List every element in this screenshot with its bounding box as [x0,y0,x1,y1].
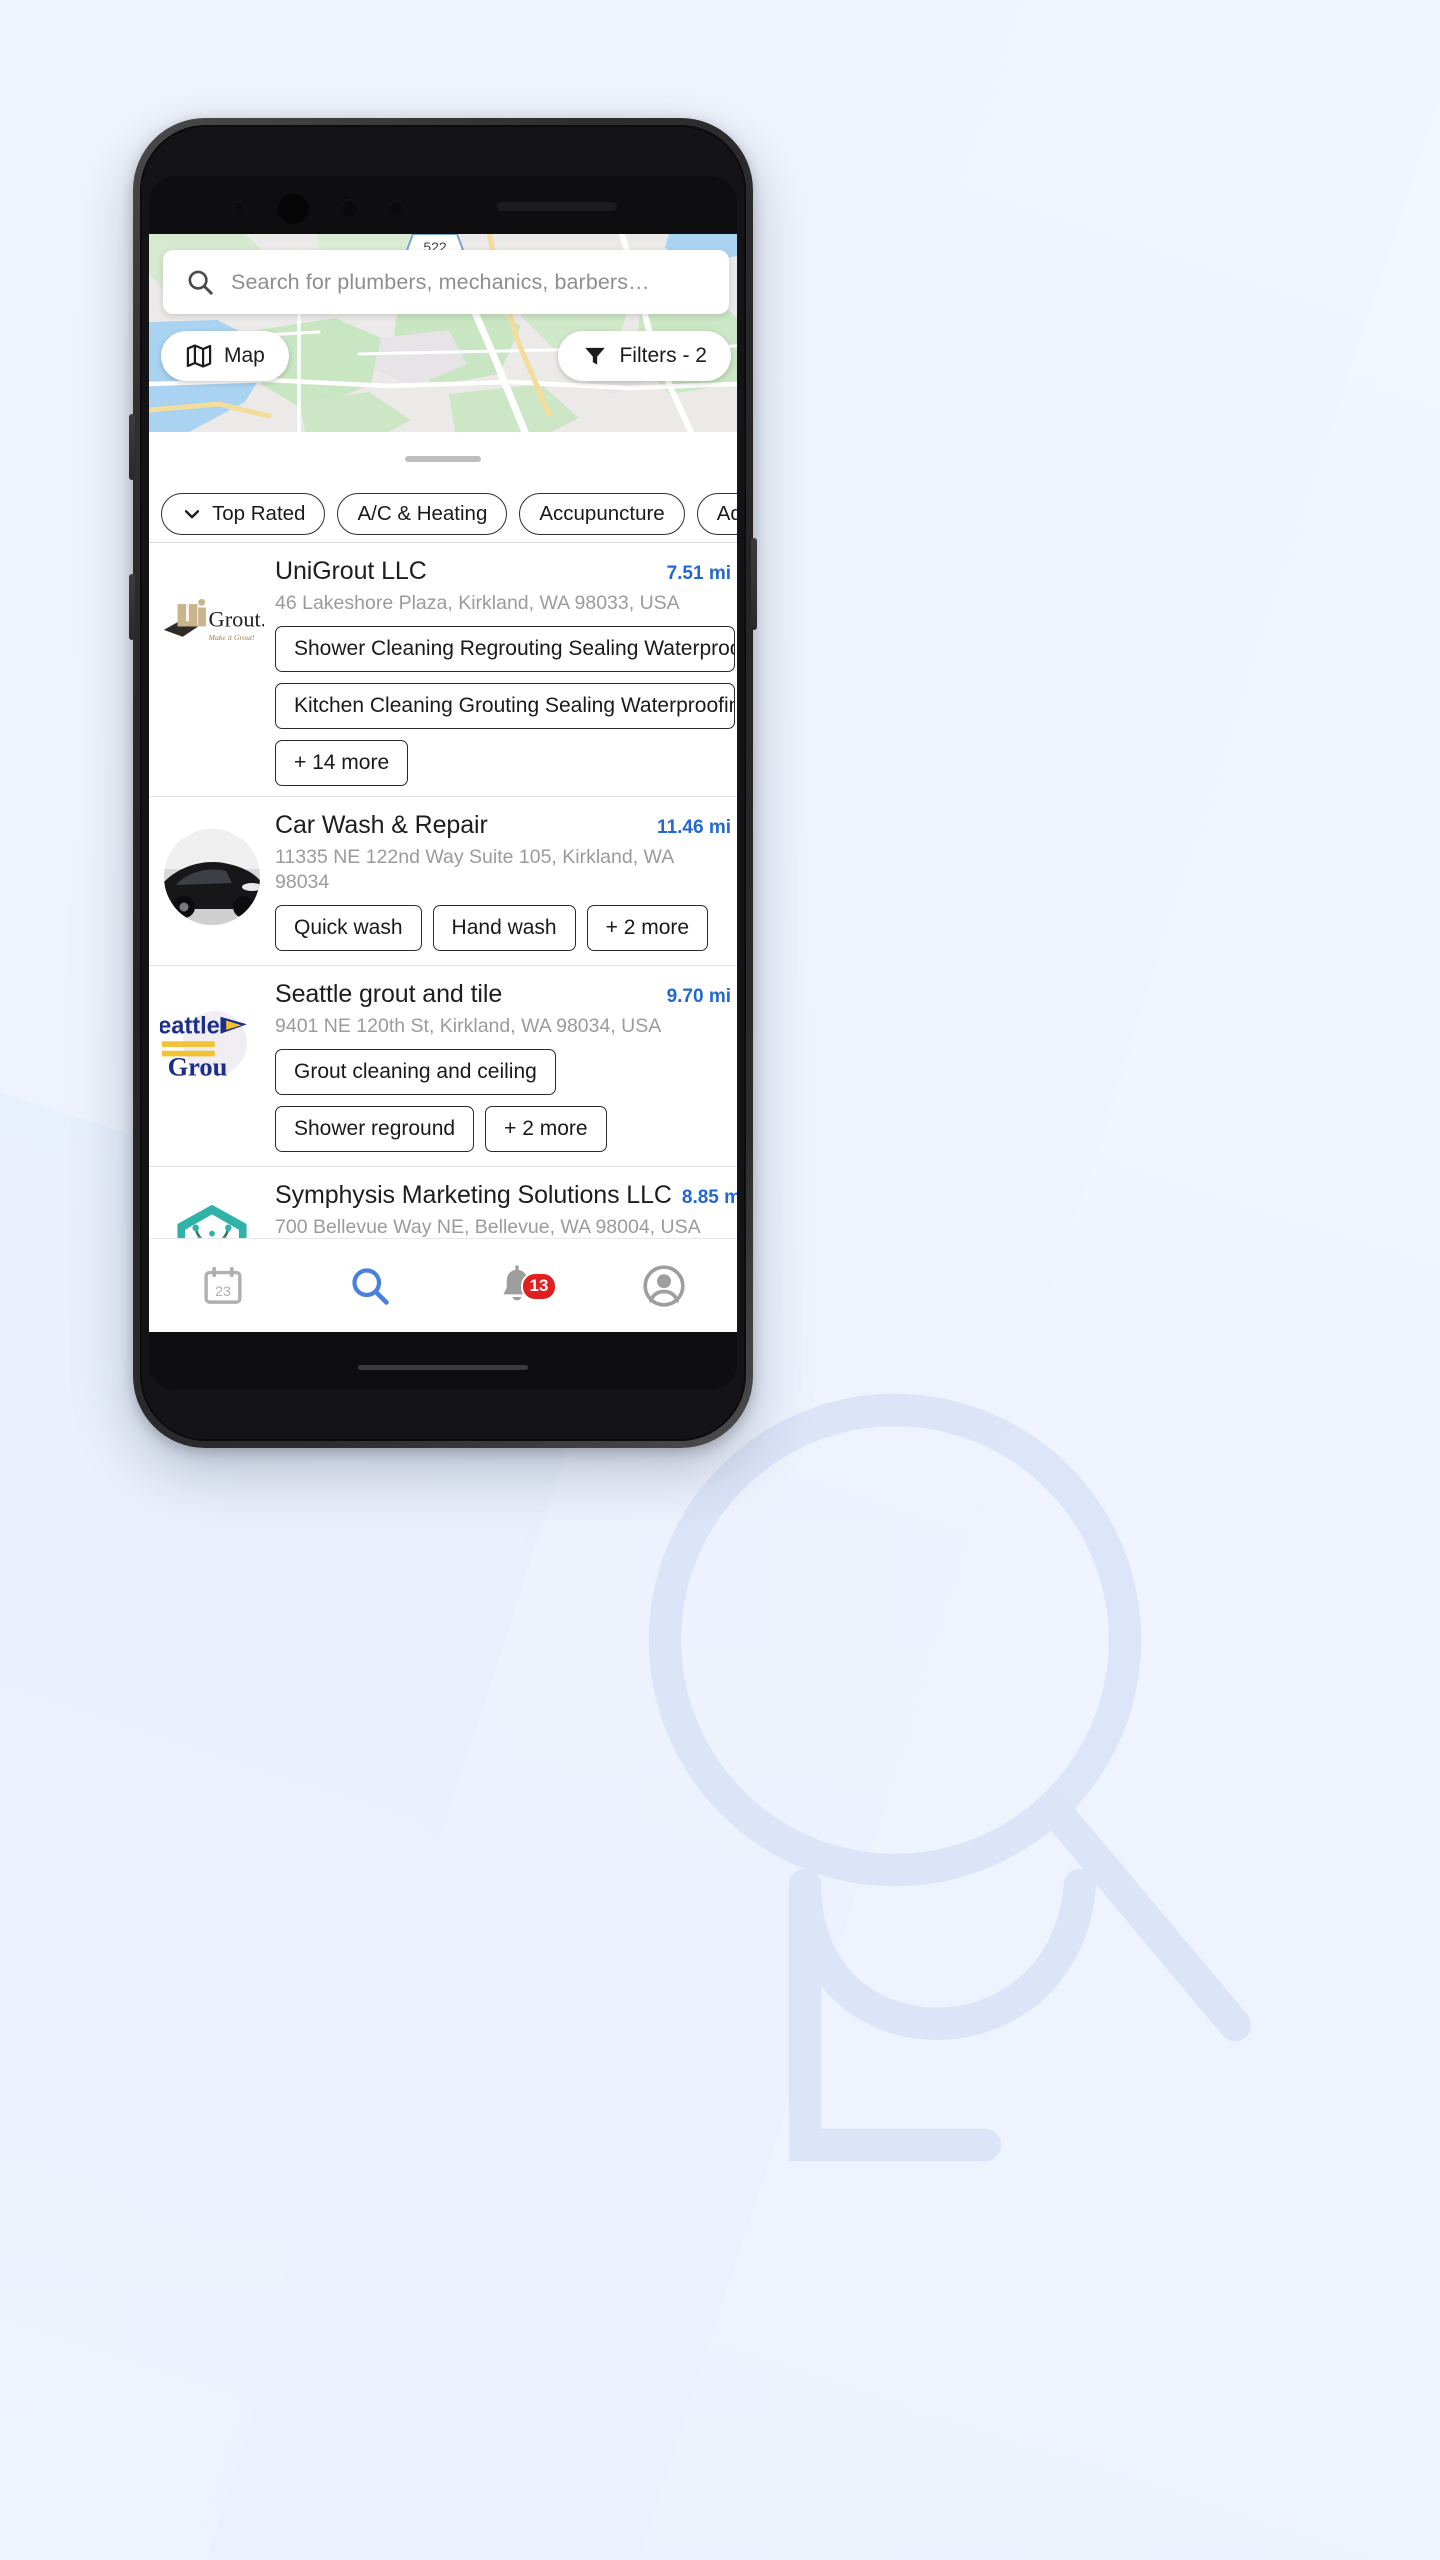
power-button[interactable] [751,538,757,630]
service-tag[interactable]: Kitchen Cleaning Grouting Sealing Waterp… [275,682,735,729]
seattle-grout-logo: eattle Grou [160,1010,247,1081]
search-bar[interactable]: Search for plumbers, mechanics, barbers… [163,250,729,314]
service-tag[interactable]: Grout cleaning and ceiling [275,1048,556,1095]
earpiece-speaker [497,202,617,211]
map-toggle-button[interactable]: Map [161,331,289,381]
notification-badge: 13 [520,1271,558,1301]
nav-item-search[interactable] [296,1263,443,1309]
business-address: 46 Lakeshore Plaza, Kirkland, WA 98033, … [275,592,680,614]
service-tag[interactable]: Hand wash [432,904,576,951]
chip-label: Top Rated [212,502,306,525]
svg-text:Grou: Grou [168,1051,228,1081]
watermark-logo [648,1393,1252,2162]
business-logo [149,811,275,951]
volume-down-button[interactable] [129,574,135,640]
list-item[interactable]: Grout. Make it Grout! UniGrout LLC 7.51 … [149,542,737,796]
filter-chips-row[interactable]: Top Rated A/C & Heating Accupuncture Add… [149,486,737,542]
app-root: 522 Search for plumbers, mechanics, barb… [149,234,737,1332]
chip-accupuncture[interactable]: Accupuncture [519,493,685,535]
proximity-sensor-icon [341,199,358,216]
business-address: 11335 NE 122nd Way Suite 105, Kirkland, … [275,845,674,893]
service-tag-more[interactable]: + 2 more [485,1105,607,1152]
business-address: 700 Bellevue Way NE, Bellevue, WA 98004,… [275,1215,701,1238]
front-camera-icon [277,192,309,224]
service-tag-more[interactable]: + 14 more [275,739,409,786]
calendar-day-number: 23 [215,1283,231,1299]
list-item[interactable]: Symphysis Marketing Solutions LLC 8.85 m… [149,1165,737,1238]
ambient-light-sensor-icon [389,200,404,215]
svg-text:Grout.: Grout. [209,606,264,631]
business-logo: eattle Grou [149,980,275,1152]
business-details: Seattle grout and tile 9.70 mi 9401 NE 1… [275,980,737,1152]
sheet-drag-handle[interactable] [149,432,737,486]
business-distance: 9.70 mi [666,985,731,1007]
business-logo: Grout. Make it Grout! [149,557,275,786]
home-indicator[interactable] [358,1365,528,1370]
phone-chin [149,1332,737,1390]
business-name: Symphysis Marketing Solutions LLC [275,1180,672,1209]
service-tag-more[interactable]: + 2 more [586,904,709,951]
business-name: UniGrout LLC [275,557,427,585]
svg-text:eattle: eattle [160,1014,220,1040]
business-logo [149,1181,275,1238]
sensor-cluster [149,176,737,234]
search-input-placeholder[interactable]: Search for plumbers, mechanics, barbers… [231,270,650,295]
account-icon [642,1264,685,1307]
calendar-icon: 23 [203,1266,242,1304]
chip-additions[interactable]: Additions [696,493,737,535]
volume-up-button[interactable] [129,414,135,480]
chip-label: Accupuncture [539,502,665,525]
service-tag[interactable]: Shower reground [275,1105,475,1152]
business-details: UniGrout LLC 7.51 mi 46 Lakeshore Plaza,… [275,557,737,786]
results-sheet: Top Rated A/C & Heating Accupuncture Add… [149,432,737,1332]
search-icon [351,1267,389,1305]
service-tag[interactable]: Quick wash [275,904,422,951]
nav-item-calendar[interactable]: 23 [149,1263,296,1309]
app-screen: 522 Search for plumbers, mechanics, barb… [149,234,737,1332]
service-tags: Shower Cleaning Regrouting Sealing Water… [275,625,737,786]
unigrout-logo: Grout. Make it Grout! [163,598,264,642]
list-item[interactable]: eattle Grou Seattle grout and tile 9.70 … [149,964,737,1166]
chevron-down-icon [184,510,200,519]
service-tags: Quick wash Hand wash + 2 more [275,904,737,951]
car-photo [164,828,260,925]
svg-text:Make it Grout!: Make it Grout! [208,633,256,642]
chip-top-rated[interactable]: Top Rated [161,493,326,535]
chip-label: Additions [716,502,737,525]
service-tags: Grout cleaning and ceiling Shower regrou… [275,1048,737,1152]
map-controls-row: Map Filters - 2 [149,331,737,383]
business-address: 9401 NE 120th St, Kirkland, WA 98034, US… [275,1014,662,1037]
bottom-navigation-bar[interactable]: 23 13 [149,1238,737,1332]
phone-device-frame: 522 Search for plumbers, mechanics, barb… [129,118,757,1448]
business-details: Car Wash & Repair 11.46 mi 11335 NE 122n… [275,811,737,951]
map-toggle-label: Map [224,344,265,367]
search-icon [188,270,213,295]
service-tag[interactable]: Shower Cleaning Regrouting Sealing Water… [275,625,735,672]
symphysis-logo [177,1204,247,1238]
chip-ac-heating[interactable]: A/C & Heating [337,493,508,535]
sensor-pinhole-icon [234,201,244,211]
business-list[interactable]: Grout. Make it Grout! UniGrout LLC 7.51 … [149,542,737,1238]
sheet-grabber-bar[interactable] [405,456,481,462]
chip-label: A/C & Heating [357,502,488,525]
business-distance: 11.46 mi [657,816,731,838]
business-name: Car Wash & Repair [275,810,488,839]
list-item[interactable]: Car Wash & Repair 11.46 mi 11335 NE 122n… [149,795,737,965]
filters-button[interactable]: Filters - 2 [558,331,731,381]
map-header[interactable]: 522 Search for plumbers, mechanics, barb… [149,234,737,432]
business-details: Symphysis Marketing Solutions LLC 8.85 m… [275,1181,737,1238]
business-name: Seattle grout and tile [275,979,503,1008]
filters-label: Filters - 2 [619,344,707,367]
nav-item-notifications[interactable]: 13 [443,1264,590,1308]
business-distance: 8.85 mi [681,1186,737,1208]
map-icon [186,344,212,368]
filter-icon [585,347,606,365]
business-distance: 7.51 mi [666,563,731,584]
phone-screen-bezel: 522 Search for plumbers, mechanics, barb… [149,176,737,1390]
nav-item-profile[interactable] [590,1262,737,1310]
